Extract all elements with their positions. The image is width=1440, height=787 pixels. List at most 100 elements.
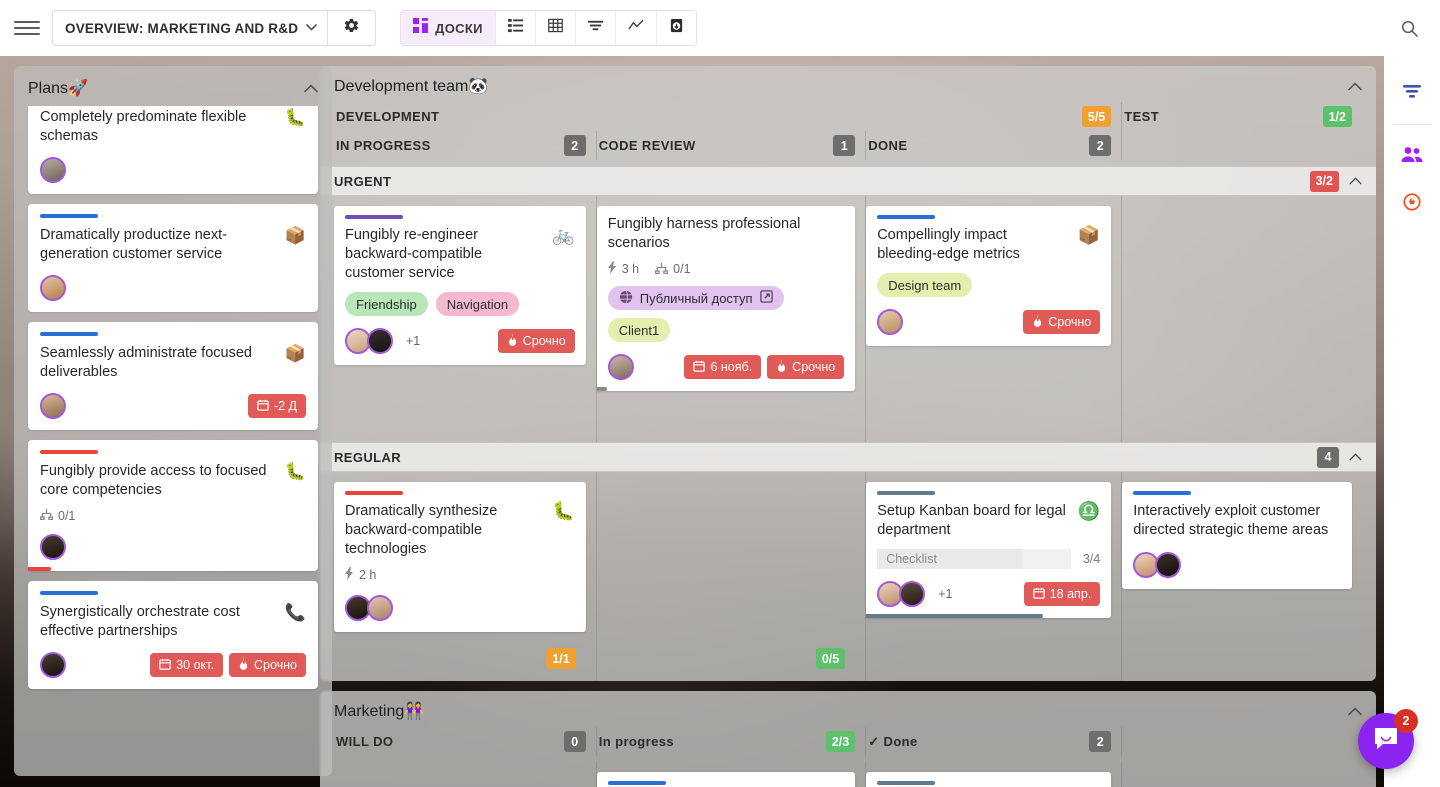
lane-column-will-do[interactable] — [334, 762, 597, 787]
card-footer: 6 нояб. Срочно — [607, 353, 845, 381]
column-header-will-do[interactable]: WILL DO 0 — [334, 727, 597, 756]
external-link-icon[interactable] — [759, 290, 773, 306]
card-footer: +1 Срочно — [345, 327, 575, 355]
chevron-up-icon[interactable] — [304, 81, 318, 96]
avatar[interactable] — [1155, 552, 1182, 578]
lane-column-done[interactable]: Compellingly impact bleeding-edge metric… — [866, 196, 1123, 442]
public-access-chip[interactable]: Публичный доступ — [607, 286, 784, 310]
avatar[interactable] — [607, 354, 634, 380]
card[interactable]: Dramatically synthesize backward-compati… — [334, 482, 586, 632]
lane-column-in-progress[interactable]: Dramatically synthesize backward-compati… — [334, 472, 597, 681]
avatar[interactable] — [40, 652, 66, 678]
avatar[interactable] — [899, 581, 926, 607]
avatar-overflow-count: +1 — [406, 334, 421, 348]
column-count-badge: 2/3 — [825, 731, 856, 752]
avatar[interactable] — [40, 534, 66, 560]
column-header-in-progress[interactable]: In progress 2/3 — [597, 727, 867, 756]
card-footer — [345, 594, 575, 622]
chat-launcher[interactable]: 2 — [1358, 709, 1418, 769]
card-footer: Срочно — [877, 308, 1101, 336]
lane-column-in-progress[interactable] — [596, 762, 867, 787]
assignee-avatars[interactable] — [345, 595, 393, 621]
card[interactable]: Compellingly impact bleeding-edge metric… — [866, 206, 1112, 346]
chevron-up-icon[interactable] — [1349, 450, 1362, 464]
assignee-avatars[interactable] — [1133, 552, 1182, 578]
list-item[interactable]: Dramatically productize next-generation … — [28, 204, 318, 312]
due-date-badge[interactable]: 18 апр. — [1023, 582, 1101, 606]
view-tab-boards[interactable]: ДОСКИ — [401, 11, 496, 45]
lane-column-done[interactable]: Setup Kanban board for legal department … — [866, 472, 1123, 681]
board-selector[interactable]: OVERVIEW: MARKETING AND R&D — [52, 10, 329, 46]
list-item[interactable]: Synergistically orchestrate cost effecti… — [28, 581, 318, 689]
avatar[interactable] — [40, 393, 66, 419]
lane-column-extra[interactable] — [1122, 762, 1362, 787]
fire-icon[interactable] — [1392, 181, 1432, 221]
card-title: Interactively exploit customer directed … — [1133, 503, 1329, 538]
urgent-badge[interactable]: Срочно — [1023, 310, 1101, 334]
board-title: Marketing👭 — [334, 703, 425, 720]
chevron-up-icon[interactable] — [1349, 174, 1362, 188]
card[interactable]: Interactively exploit customer directed … — [1122, 482, 1352, 589]
view-tab-list[interactable] — [495, 11, 536, 45]
tag[interactable]: Design team — [877, 273, 973, 297]
column-header-done[interactable]: ✓ Done 2 — [866, 727, 1123, 756]
avatar[interactable] — [367, 595, 393, 621]
column-header-extra[interactable] — [1122, 727, 1362, 756]
list-item[interactable]: Completely predominate flexible schemas … — [28, 106, 318, 194]
column-header-test-sub[interactable] — [1122, 131, 1362, 160]
parent-column-development[interactable]: DEVELOPMENT 5/5 — [334, 102, 1123, 131]
card[interactable] — [596, 772, 856, 787]
lane-column-done[interactable] — [866, 762, 1123, 787]
chevron-up-icon[interactable] — [1348, 704, 1362, 719]
plans-card-list[interactable]: Completely predominate flexible schemas … — [14, 106, 332, 766]
tag[interactable]: Friendship — [345, 292, 428, 316]
search-icon[interactable] — [1392, 11, 1426, 45]
due-date-badge[interactable]: 30 окт. — [150, 653, 223, 677]
card[interactable]: Setup Kanban board for legal department … — [866, 482, 1112, 618]
column-label: WILL DO — [336, 734, 394, 749]
avatar[interactable] — [40, 157, 66, 183]
card-footer — [40, 533, 306, 561]
filter-icon[interactable] — [1392, 72, 1432, 112]
urgent-badge[interactable]: Срочно — [228, 653, 306, 677]
view-tab-sort[interactable] — [575, 11, 616, 45]
list-item[interactable]: Seamlessly administrate focused delivera… — [28, 322, 318, 430]
avatar[interactable] — [877, 309, 904, 335]
urgent-badge[interactable]: Срочно — [497, 329, 575, 353]
tag[interactable]: Client1 — [607, 318, 671, 342]
card-checklist[interactable]: Checklist 3/4 — [877, 549, 1100, 569]
lane-column-code-review[interactable]: Fungibly harness professional scenarios … — [596, 196, 867, 442]
globe-icon — [619, 290, 633, 307]
hamburger-icon[interactable] — [14, 15, 40, 41]
board-settings-button[interactable] — [328, 10, 377, 46]
view-tab-archive[interactable] — [656, 11, 696, 45]
column-header-in-progress[interactable]: IN PROGRESS 2 — [334, 131, 597, 160]
due-date-badge[interactable]: -2 Д — [247, 394, 306, 418]
swimlane-header[interactable]: REGULAR 4 — [320, 442, 1376, 472]
lane-column-in-progress[interactable]: Fungibly re-engineer backward-compatible… — [334, 196, 597, 442]
people-icon[interactable] — [1392, 135, 1432, 175]
package-icon: 📦 — [1077, 225, 1101, 245]
lane-column-code-review[interactable]: 0/5 — [597, 472, 867, 681]
avatar[interactable] — [40, 275, 66, 301]
avatar[interactable] — [367, 328, 393, 354]
view-tab-chart[interactable] — [615, 11, 657, 45]
card[interactable]: Fungibly harness professional scenarios … — [596, 206, 856, 391]
chevron-up-icon[interactable] — [1348, 79, 1362, 94]
lane-column-test[interactable]: Interactively exploit customer directed … — [1122, 472, 1362, 681]
swimlane-header[interactable]: URGENT 3/2 — [320, 166, 1376, 196]
list-item[interactable]: Fungibly provide access to focused core … — [28, 440, 318, 571]
card[interactable] — [866, 772, 1112, 787]
card[interactable]: Fungibly re-engineer backward-compatible… — [334, 206, 586, 365]
column-header-code-review[interactable]: CODE REVIEW 1 — [597, 131, 867, 160]
parent-column-test[interactable]: TEST 1/2 — [1122, 102, 1362, 131]
view-tab-table[interactable] — [535, 11, 576, 45]
assignee-avatars[interactable] — [345, 328, 393, 354]
assignee-avatars[interactable] — [877, 581, 926, 607]
due-date-badge[interactable]: 6 нояб. — [684, 355, 762, 379]
bolt-icon — [345, 567, 354, 583]
column-header-done[interactable]: DONE 2 — [866, 131, 1123, 160]
urgent-badge[interactable]: Срочно — [767, 355, 845, 379]
tag[interactable]: Navigation — [435, 292, 520, 316]
lane-column-test[interactable] — [1122, 196, 1362, 442]
